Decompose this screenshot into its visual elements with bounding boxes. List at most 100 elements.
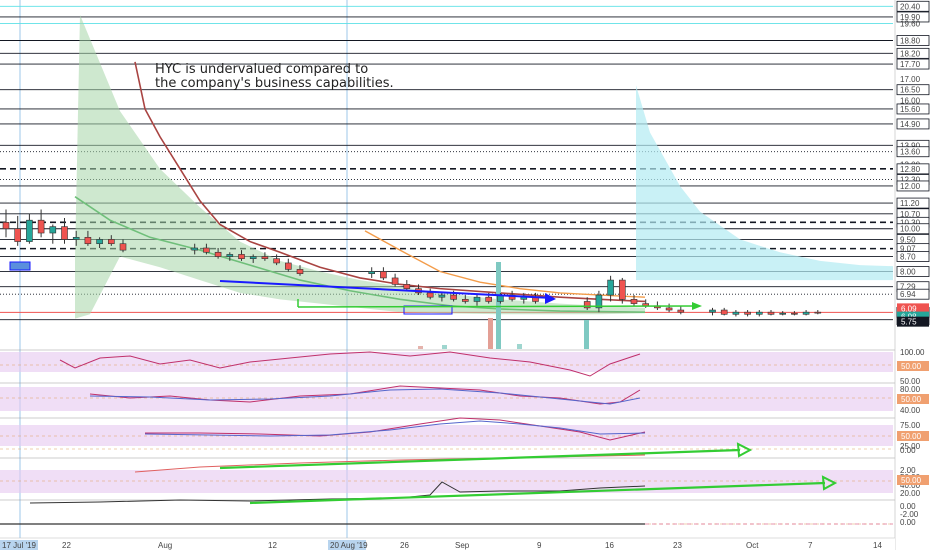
candle-body bbox=[49, 226, 57, 234]
panel-tag-label: 50.00 bbox=[901, 476, 922, 485]
time-tick-label: Oct bbox=[746, 541, 759, 550]
annotation-line-2: the company's business capabilities. bbox=[155, 76, 394, 91]
time-tick-label: 20 Aug '19 bbox=[330, 541, 368, 550]
chart-annotation: HYC is undervalued compared to the compa… bbox=[155, 63, 394, 91]
candle-body bbox=[485, 296, 493, 302]
candle-body bbox=[119, 243, 127, 251]
candle-body bbox=[720, 309, 728, 315]
candle-body bbox=[261, 256, 269, 259]
time-axis: 17 Jul '19 22 Aug 12 20 Aug '19 26 Sep 9 16 23 Oct… bbox=[0, 537, 895, 550]
candle-body bbox=[732, 311, 740, 315]
volume-bar bbox=[418, 346, 423, 349]
candle-body bbox=[284, 262, 292, 270]
panel-tick-label: 75.00 bbox=[900, 421, 921, 430]
candle-body bbox=[814, 311, 822, 314]
volume-bar bbox=[442, 345, 447, 349]
candle-body bbox=[108, 239, 115, 245]
candle-body bbox=[461, 299, 469, 302]
price-tick-label: 20.40 bbox=[900, 2, 921, 11]
candle-body bbox=[84, 236, 92, 245]
time-tick-label: Aug bbox=[158, 541, 172, 550]
candle-body bbox=[14, 228, 21, 242]
price-tick-label: 12.80 bbox=[900, 165, 921, 174]
panel-tag-label: 50.00 bbox=[901, 395, 922, 404]
candle-body bbox=[426, 292, 434, 298]
price-tick-label: 16.50 bbox=[900, 86, 921, 95]
candle-body bbox=[26, 219, 33, 242]
time-tick-label: 7 bbox=[808, 541, 813, 550]
panel-band bbox=[0, 387, 893, 411]
time-tick-label: 23 bbox=[673, 541, 682, 550]
candle-body bbox=[438, 294, 446, 298]
candle-body bbox=[191, 247, 198, 251]
volume-bar bbox=[496, 262, 501, 349]
candle-body bbox=[709, 309, 716, 313]
price-tick-label: 14.90 bbox=[900, 120, 921, 129]
panel-tick-label: 0.00 bbox=[900, 518, 916, 527]
highlight-box-left bbox=[9, 261, 31, 271]
price-tick-label: 13.60 bbox=[900, 148, 921, 157]
candle-body bbox=[677, 309, 685, 313]
time-tick-label: 9 bbox=[537, 541, 542, 550]
time-axis-background bbox=[0, 538, 895, 550]
candle-body bbox=[450, 294, 457, 300]
annotation-line-1: HYC is undervalued compared to bbox=[155, 62, 369, 77]
candle-body bbox=[473, 296, 481, 302]
candle-body bbox=[802, 311, 810, 315]
price-tick-label: 18.80 bbox=[900, 37, 921, 46]
panel-tick-label: 0.00 bbox=[900, 446, 916, 455]
candle-body bbox=[238, 254, 245, 259]
candle-body bbox=[755, 311, 763, 315]
price-tick-label: 6.94 bbox=[900, 290, 916, 299]
candle-body bbox=[380, 271, 387, 279]
price-tick-label: 12.00 bbox=[900, 182, 921, 191]
candle-body bbox=[249, 256, 257, 259]
time-tick-label: Sep bbox=[455, 541, 470, 550]
price-tick-label: 8.70 bbox=[900, 253, 916, 262]
candle-body bbox=[273, 258, 280, 264]
panel-band bbox=[0, 425, 893, 446]
price-tick-label: 19.60 bbox=[900, 19, 921, 28]
candle-body bbox=[2, 222, 10, 230]
price-tick-label: 9.50 bbox=[900, 235, 916, 244]
candle-body bbox=[96, 239, 103, 245]
price-tick-label: 15.60 bbox=[900, 105, 921, 114]
price-tag-label: 5.75 bbox=[901, 318, 917, 327]
time-tick-label: 22 bbox=[62, 541, 71, 550]
price-tick-label: 11.20 bbox=[900, 199, 920, 208]
price-tick-label: 17.70 bbox=[900, 60, 921, 69]
panel-tick-label: 20.00 bbox=[900, 489, 921, 498]
candle-body bbox=[791, 312, 798, 315]
candle-body bbox=[744, 311, 751, 315]
candle-body bbox=[368, 271, 376, 274]
panel-tag-label: 50.00 bbox=[901, 362, 922, 371]
candle-body bbox=[37, 219, 45, 234]
panel-tick-label: 80.00 bbox=[900, 385, 921, 394]
volume-bar bbox=[488, 318, 493, 349]
volume-bar bbox=[584, 320, 589, 349]
green-level-arrow bbox=[297, 305, 699, 308]
price-axis: 20.4019.9019.6018.8018.2017.7017.0016.50… bbox=[894, 0, 932, 550]
time-tick-label: 26 bbox=[400, 541, 409, 550]
candle-body bbox=[779, 312, 787, 315]
price-tick-label: 17.00 bbox=[900, 75, 921, 84]
candle-body bbox=[403, 284, 411, 289]
candle-body bbox=[665, 307, 673, 311]
price-chart: 20.4019.9019.6018.8018.2017.7017.0016.50… bbox=[0, 0, 932, 550]
time-tick-label: 17 Jul '19 bbox=[2, 541, 37, 550]
candle-body bbox=[214, 251, 222, 257]
candle-body bbox=[61, 226, 68, 240]
candle-body bbox=[630, 299, 638, 304]
time-tick-label: 16 bbox=[605, 541, 614, 550]
volume-bar bbox=[517, 344, 522, 349]
candle-body bbox=[618, 279, 626, 300]
candle-body bbox=[226, 254, 234, 257]
candle-body bbox=[607, 279, 614, 296]
time-tick-label: 12 bbox=[268, 541, 277, 550]
panel-tag-label: 50.00 bbox=[901, 432, 922, 441]
candle-body bbox=[296, 269, 304, 274]
panel-tick-label: 100.00 bbox=[900, 348, 925, 357]
candle-body bbox=[391, 277, 399, 285]
price-tick-label: 10.00 bbox=[900, 225, 921, 234]
candle-body bbox=[203, 247, 210, 253]
